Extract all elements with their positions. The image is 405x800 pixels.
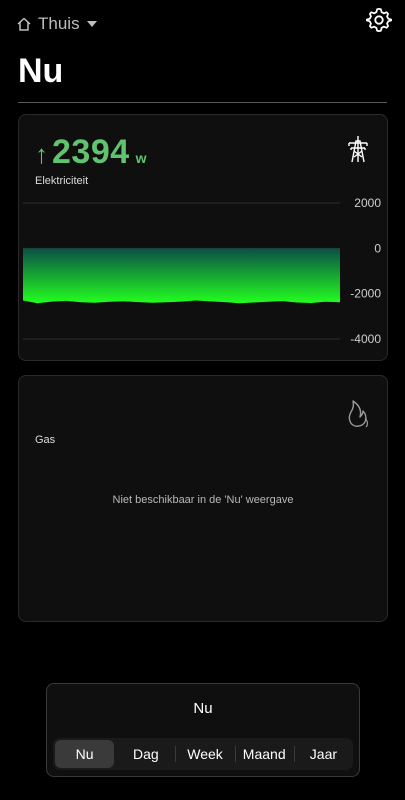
y-tick-label: 0	[374, 241, 381, 255]
period-segmented-control: Nu Dag Week Maand Jaar	[53, 738, 353, 770]
y-tick-label: -4000	[350, 332, 381, 346]
location-selector[interactable]: Thuis	[16, 14, 98, 34]
divider	[18, 102, 387, 103]
gas-label: Gas	[35, 434, 56, 446]
electricity-chart: 2000 0 -2000 -4000	[23, 196, 381, 346]
electricity-area-series	[23, 248, 340, 304]
y-tick-label: 2000	[354, 196, 381, 210]
electricity-card[interactable]: ↑ 2394 w Elektriciteit 2000 0 -2000 -4000	[18, 114, 388, 361]
period-option-week[interactable]: Week	[175, 738, 234, 770]
page-title: Nu	[18, 52, 64, 90]
arrow-up-icon: ↑	[35, 139, 48, 169]
electricity-reading: ↑ 2394 w	[35, 133, 147, 172]
electricity-label: Elektriciteit	[35, 175, 89, 187]
electricity-value: 2394	[52, 133, 130, 171]
location-label: Thuis	[38, 14, 80, 33]
top-bar: Thuis	[0, 0, 405, 50]
gas-card[interactable]: Gas Niet beschikbaar in de 'Nu' weergave	[18, 375, 388, 622]
period-title: Nu	[193, 700, 213, 717]
period-option-maand[interactable]: Maand	[234, 738, 294, 770]
electricity-unit: w	[135, 150, 147, 166]
power-pylon-icon	[348, 136, 368, 163]
flame-icon	[348, 400, 368, 428]
period-option-jaar[interactable]: Jaar	[293, 738, 353, 770]
period-option-nu[interactable]: Nu	[55, 740, 115, 768]
period-option-dag[interactable]: Dag	[116, 738, 175, 770]
caret-down-icon	[86, 21, 97, 27]
gear-icon[interactable]	[365, 6, 393, 34]
home-icon	[17, 17, 31, 31]
period-selector: Nu Nu Dag Week Maand Jaar	[46, 683, 360, 777]
y-tick-label: -2000	[350, 287, 381, 301]
gas-unavailable-notice: Niet beschikbaar in de 'Nu' weergave	[112, 494, 294, 506]
